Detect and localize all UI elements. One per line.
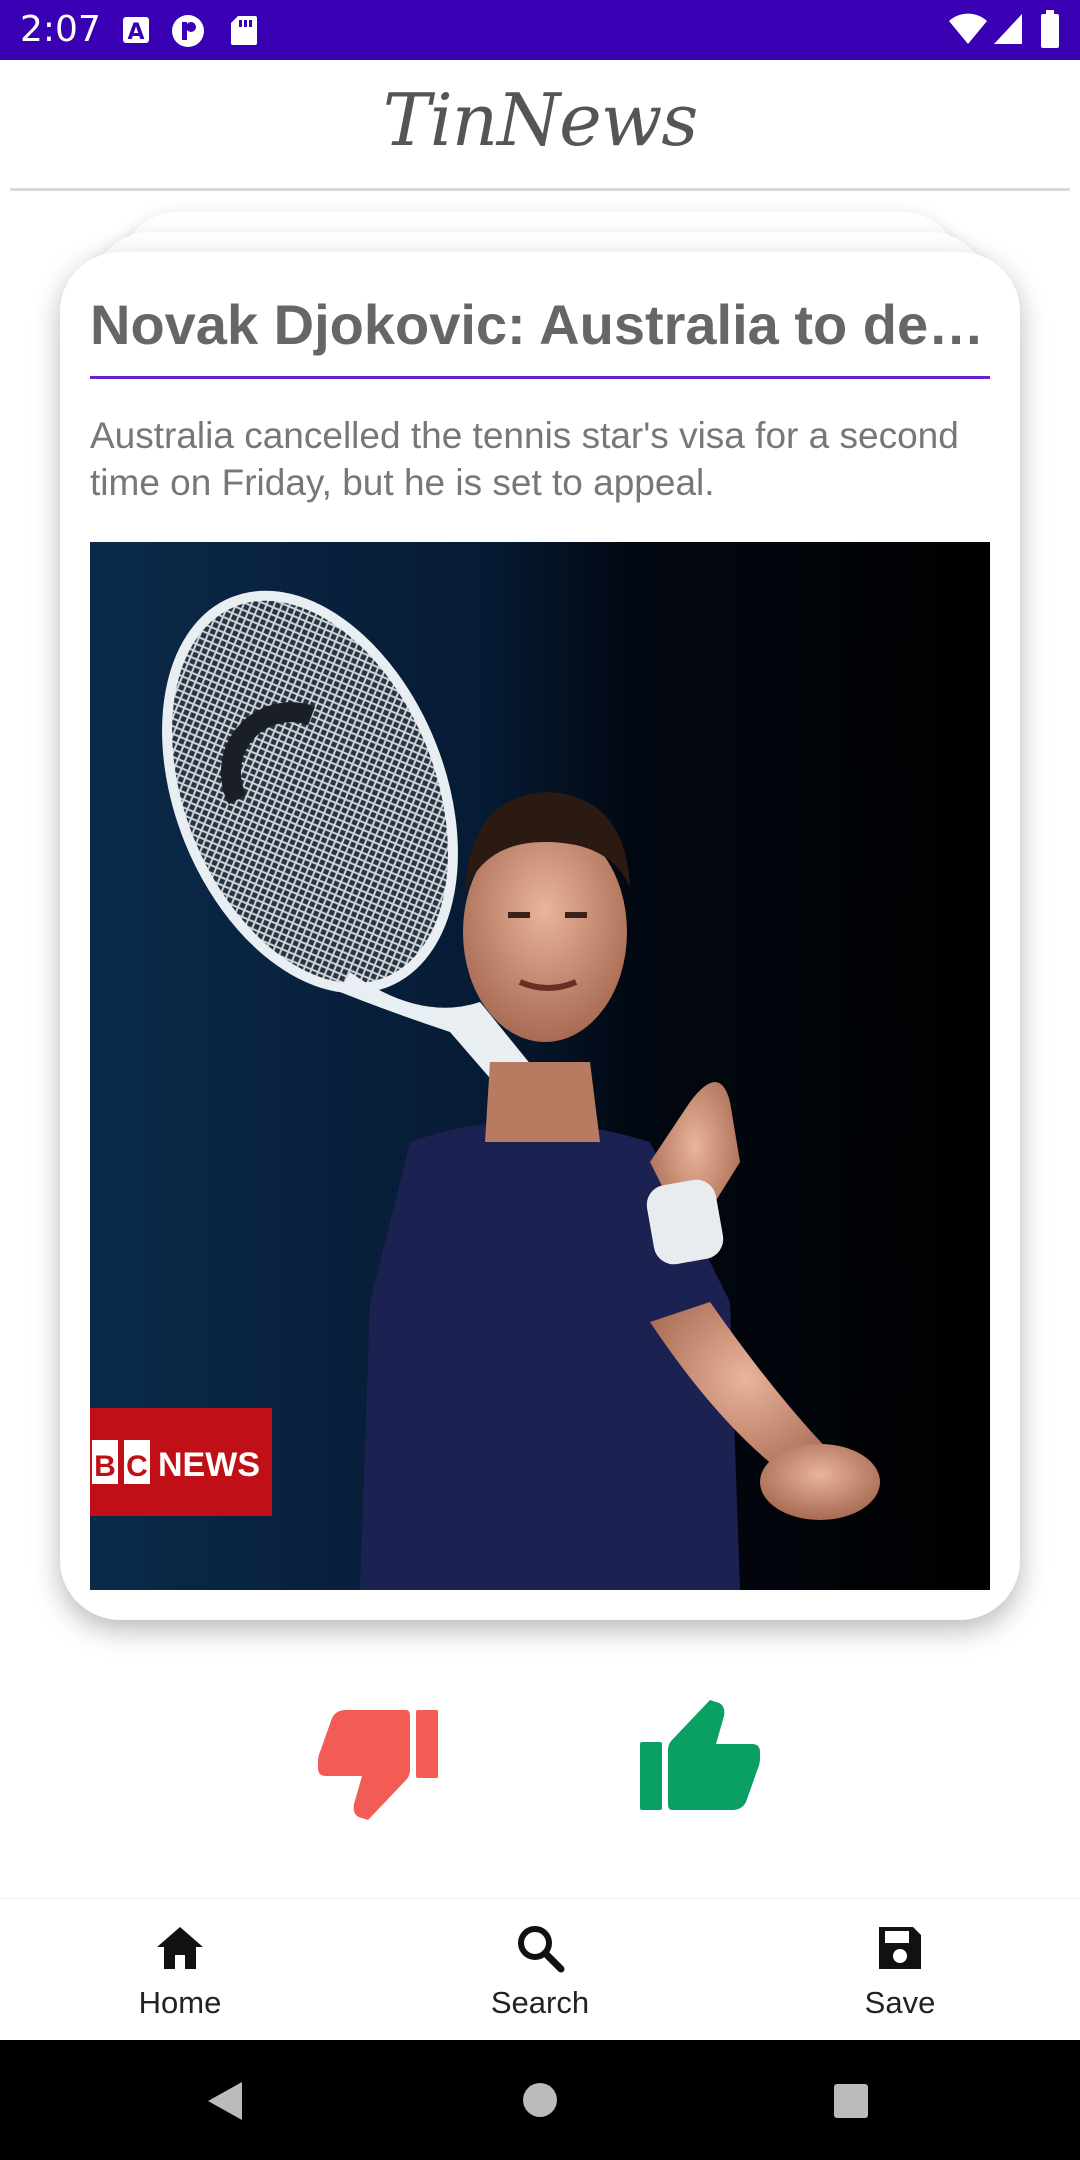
status-bar: 2:07 A [0,0,1080,60]
app-bar: TinNews [0,60,1080,190]
system-navigation-bar [0,2040,1080,2160]
nav-item-search[interactable]: Search [360,1899,720,2041]
nav-item-save[interactable]: Save [720,1899,1080,2041]
sd-card-icon [230,14,258,51]
svg-text:B: B [94,1450,116,1483]
wifi-icon [948,12,988,51]
nav-label-home: Home [138,1985,222,2020]
title-underline [90,376,990,379]
notification-p-icon [170,14,206,53]
thumbs-down-icon [318,1710,440,1824]
status-time: 2:07 [20,9,101,50]
like-button[interactable] [640,1700,762,1814]
bbc-news-watermark: B C NEWS [90,1408,272,1516]
svg-text:A: A [127,20,144,45]
recents-icon[interactable] [834,2084,868,2123]
app-title: TinNews [382,78,699,162]
back-icon[interactable] [206,2080,244,2127]
thumbs-up-icon [640,1700,762,1818]
home-icon [155,1923,205,1973]
nav-item-home[interactable]: Home [0,1899,360,2041]
bottom-navigation: Home Search Save [0,1898,1080,2040]
signal-icon [992,12,1024,51]
search-icon [515,1923,565,1973]
svg-text:NEWS: NEWS [158,1446,260,1484]
nav-label-search: Search [490,1985,590,2020]
svg-text:C: C [126,1450,148,1483]
save-icon [875,1923,925,1973]
battery-icon [1040,10,1060,53]
article-title: Novak Djokovic: Australia to de… [90,293,985,356]
article-image: B C NEWS [90,542,990,1590]
nav-label-save: Save [864,1985,936,2020]
article-description: Australia cancelled the tennis star's vi… [90,415,959,503]
dislike-button[interactable] [318,1706,440,1820]
app-bar-divider [10,188,1070,191]
home-circle-icon[interactable] [522,2082,558,2123]
notification-a-icon: A [120,14,152,51]
news-card[interactable]: Novak Djokovic: Australia to de… Austral… [60,252,1020,1620]
